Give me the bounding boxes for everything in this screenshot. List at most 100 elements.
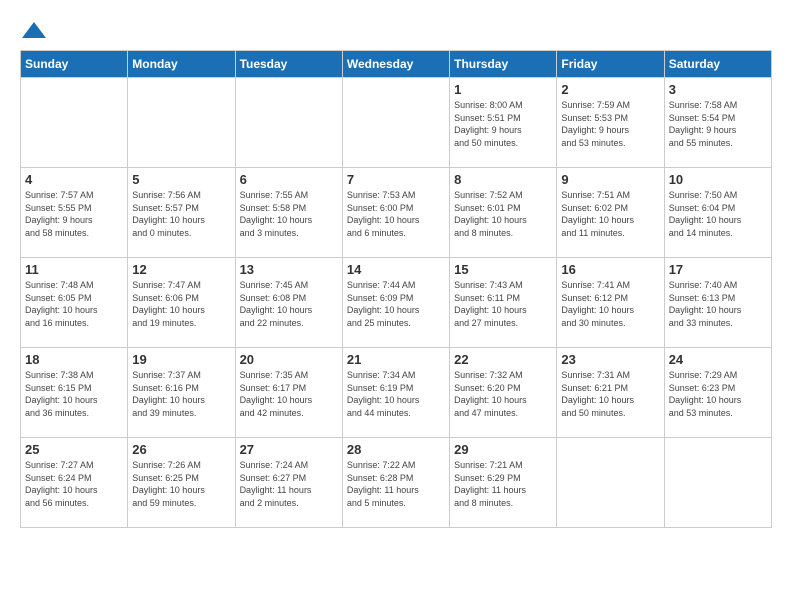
day-number: 14 [347, 262, 445, 277]
calendar-cell: 27 Sunrise: 7:24 AM Sunset: 6:27 PM Dayli… [235, 438, 342, 528]
calendar-cell: 9 Sunrise: 7:51 AM Sunset: 6:02 PM Daylig… [557, 168, 664, 258]
calendar-cell: 8 Sunrise: 7:52 AM Sunset: 6:01 PM Daylig… [450, 168, 557, 258]
day-number: 25 [25, 442, 123, 457]
day-number: 6 [240, 172, 338, 187]
day-number: 7 [347, 172, 445, 187]
calendar-cell: 20Sunrise: 7:35 AM Sunset: 6:17 PM Dayli… [235, 348, 342, 438]
day-number: 21 [347, 352, 445, 367]
calendar-cell: 17 Sunrise: 7:40 AM Sunset: 6:13 PM Dayli… [664, 258, 771, 348]
logo-icon [20, 20, 48, 40]
day-info: Sunrise: 7:43 AM Sunset: 6:11 PM Dayligh… [454, 279, 552, 329]
day-number: 16 [561, 262, 659, 277]
weekday-header-monday: Monday [128, 51, 235, 78]
day-number: 8 [454, 172, 552, 187]
day-info: Sunrise: 7:37 AM Sunset: 6:16 PM Dayligh… [132, 369, 230, 419]
calendar-cell: 29Sunrise: 7:21 AM Sunset: 6:29 PM Dayli… [450, 438, 557, 528]
day-number: 12 [132, 262, 230, 277]
day-number: 4 [25, 172, 123, 187]
day-number: 11 [25, 262, 123, 277]
week-row-4: 18 Sunrise: 7:38 AM Sunset: 6:15 PM Dayli… [21, 348, 772, 438]
calendar-cell [664, 438, 771, 528]
calendar-cell: 13Sunrise: 7:45 AM Sunset: 6:08 PM Dayli… [235, 258, 342, 348]
day-info: Sunrise: 7:38 AM Sunset: 6:15 PM Dayligh… [25, 369, 123, 419]
day-number: 9 [561, 172, 659, 187]
day-number: 29 [454, 442, 552, 457]
day-info: Sunrise: 7:50 AM Sunset: 6:04 PM Dayligh… [669, 189, 767, 239]
calendar-table: SundayMondayTuesdayWednesdayThursdayFrid… [20, 50, 772, 528]
day-number: 15 [454, 262, 552, 277]
calendar-cell: 14 Sunrise: 7:44 AM Sunset: 6:09 PM Dayli… [342, 258, 449, 348]
day-number: 23 [561, 352, 659, 367]
day-info: Sunrise: 7:32 AM Sunset: 6:20 PM Dayligh… [454, 369, 552, 419]
day-info: Sunrise: 7:53 AM Sunset: 6:00 PM Dayligh… [347, 189, 445, 239]
day-number: 18 [25, 352, 123, 367]
calendar-cell: 19 Sunrise: 7:37 AM Sunset: 6:16 PM Dayli… [128, 348, 235, 438]
day-info: Sunrise: 7:27 AM Sunset: 6:24 PM Dayligh… [25, 459, 123, 509]
weekday-header-saturday: Saturday [664, 51, 771, 78]
day-number: 1 [454, 82, 552, 97]
day-info: Sunrise: 7:40 AM Sunset: 6:13 PM Dayligh… [669, 279, 767, 329]
calendar-cell: 24 Sunrise: 7:29 AM Sunset: 6:23 PM Dayli… [664, 348, 771, 438]
day-number: 10 [669, 172, 767, 187]
calendar-cell [128, 78, 235, 168]
day-info: Sunrise: 7:34 AM Sunset: 6:19 PM Dayligh… [347, 369, 445, 419]
day-info: Sunrise: 7:55 AM Sunset: 5:58 PM Dayligh… [240, 189, 338, 239]
day-number: 28 [347, 442, 445, 457]
weekday-header-thursday: Thursday [450, 51, 557, 78]
week-row-3: 11 Sunrise: 7:48 AM Sunset: 6:05 PM Dayli… [21, 258, 772, 348]
calendar-cell: 6 Sunrise: 7:55 AM Sunset: 5:58 PM Daylig… [235, 168, 342, 258]
calendar-cell: 4 Sunrise: 7:57 AM Sunset: 5:55 PM Daylig… [21, 168, 128, 258]
day-info: Sunrise: 7:58 AM Sunset: 5:54 PM Dayligh… [669, 99, 767, 149]
calendar-cell: 28 Sunrise: 7:22 AM Sunset: 6:28 PM Dayli… [342, 438, 449, 528]
calendar-cell [21, 78, 128, 168]
calendar-cell: 3 Sunrise: 7:58 AM Sunset: 5:54 PM Daylig… [664, 78, 771, 168]
calendar-cell [557, 438, 664, 528]
calendar-cell: 25 Sunrise: 7:27 AM Sunset: 6:24 PM Dayli… [21, 438, 128, 528]
calendar-cell: 5Sunrise: 7:56 AM Sunset: 5:57 PM Daylig… [128, 168, 235, 258]
calendar-cell: 16 Sunrise: 7:41 AM Sunset: 6:12 PM Dayli… [557, 258, 664, 348]
week-row-1: 1 Sunrise: 8:00 AM Sunset: 5:51 PM Daylig… [21, 78, 772, 168]
weekday-header-tuesday: Tuesday [235, 51, 342, 78]
weekday-header-friday: Friday [557, 51, 664, 78]
day-info: Sunrise: 7:24 AM Sunset: 6:27 PM Dayligh… [240, 459, 338, 509]
header-row: SundayMondayTuesdayWednesdayThursdayFrid… [21, 51, 772, 78]
day-info: Sunrise: 7:47 AM Sunset: 6:06 PM Dayligh… [132, 279, 230, 329]
day-number: 22 [454, 352, 552, 367]
logo [20, 20, 52, 40]
day-info: Sunrise: 7:57 AM Sunset: 5:55 PM Dayligh… [25, 189, 123, 239]
day-number: 3 [669, 82, 767, 97]
day-info: Sunrise: 7:59 AM Sunset: 5:53 PM Dayligh… [561, 99, 659, 149]
week-row-2: 4 Sunrise: 7:57 AM Sunset: 5:55 PM Daylig… [21, 168, 772, 258]
day-info: Sunrise: 7:41 AM Sunset: 6:12 PM Dayligh… [561, 279, 659, 329]
day-info: Sunrise: 7:56 AM Sunset: 5:57 PM Dayligh… [132, 189, 230, 239]
calendar-cell: 21 Sunrise: 7:34 AM Sunset: 6:19 PM Dayli… [342, 348, 449, 438]
day-info: Sunrise: 7:31 AM Sunset: 6:21 PM Dayligh… [561, 369, 659, 419]
calendar-cell [342, 78, 449, 168]
calendar-cell [235, 78, 342, 168]
page-header [20, 20, 772, 40]
day-info: Sunrise: 7:44 AM Sunset: 6:09 PM Dayligh… [347, 279, 445, 329]
day-number: 19 [132, 352, 230, 367]
calendar-cell: 2 Sunrise: 7:59 AM Sunset: 5:53 PM Daylig… [557, 78, 664, 168]
day-info: Sunrise: 8:00 AM Sunset: 5:51 PM Dayligh… [454, 99, 552, 149]
calendar-cell: 15 Sunrise: 7:43 AM Sunset: 6:11 PM Dayli… [450, 258, 557, 348]
day-info: Sunrise: 7:26 AM Sunset: 6:25 PM Dayligh… [132, 459, 230, 509]
day-info: Sunrise: 7:48 AM Sunset: 6:05 PM Dayligh… [25, 279, 123, 329]
calendar-cell: 11 Sunrise: 7:48 AM Sunset: 6:05 PM Dayli… [21, 258, 128, 348]
day-number: 27 [240, 442, 338, 457]
calendar-cell: 23 Sunrise: 7:31 AM Sunset: 6:21 PM Dayli… [557, 348, 664, 438]
day-number: 17 [669, 262, 767, 277]
calendar-cell: 22 Sunrise: 7:32 AM Sunset: 6:20 PM Dayli… [450, 348, 557, 438]
day-info: Sunrise: 7:29 AM Sunset: 6:23 PM Dayligh… [669, 369, 767, 419]
day-number: 2 [561, 82, 659, 97]
day-info: Sunrise: 7:35 AM Sunset: 6:17 PM Dayligh… [240, 369, 338, 419]
week-row-5: 25 Sunrise: 7:27 AM Sunset: 6:24 PM Dayli… [21, 438, 772, 528]
day-info: Sunrise: 7:52 AM Sunset: 6:01 PM Dayligh… [454, 189, 552, 239]
day-number: 26 [132, 442, 230, 457]
calendar-cell: 7 Sunrise: 7:53 AM Sunset: 6:00 PM Daylig… [342, 168, 449, 258]
day-number: 24 [669, 352, 767, 367]
day-info: Sunrise: 7:22 AM Sunset: 6:28 PM Dayligh… [347, 459, 445, 509]
day-info: Sunrise: 7:51 AM Sunset: 6:02 PM Dayligh… [561, 189, 659, 239]
weekday-header-sunday: Sunday [21, 51, 128, 78]
day-number: 13 [240, 262, 338, 277]
